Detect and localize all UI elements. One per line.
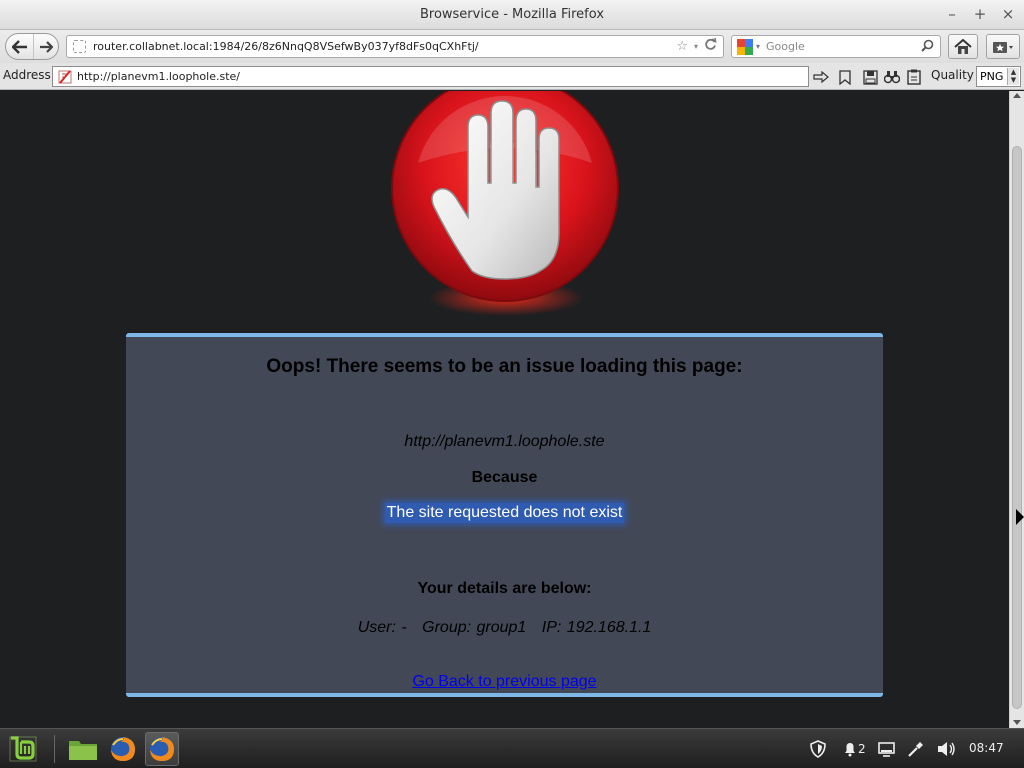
vertical-scrollbar[interactable] — [1009, 91, 1024, 728]
url-bar[interactable]: router.collabnet.local:1984/26/8z6NnqQ8V… — [66, 35, 724, 58]
google-engine-icon[interactable] — [737, 38, 753, 55]
taskbar-separator — [54, 735, 55, 763]
window-title: Browservice - Mozilla Firefox — [419, 7, 605, 22]
search-icon[interactable] — [921, 39, 934, 55]
page-favicon-icon — [73, 40, 86, 53]
engine-dropdown-icon[interactable]: ▾ — [756, 42, 760, 51]
go-arrow-icon[interactable] — [812, 68, 830, 86]
error-panel: Oops! There seems to be an issue loading… — [126, 333, 883, 697]
stop-hand-icon — [391, 91, 619, 316]
firefox-window-icon — [150, 737, 174, 761]
files-launcher[interactable] — [66, 732, 100, 766]
volume-icon[interactable] — [937, 739, 957, 759]
bookmark-icon[interactable] — [836, 68, 854, 86]
user-details: User: - Group: group1 IP: 192.168.1.1 — [126, 619, 883, 637]
forward-arrow-icon — [40, 40, 53, 53]
maximize-button[interactable]: + — [972, 4, 988, 24]
linux-mint-logo-icon — [9, 736, 37, 762]
network-icon[interactable] — [907, 739, 925, 759]
forward-button[interactable] — [34, 34, 58, 59]
display-icon[interactable] — [878, 739, 895, 759]
requested-url: http://planevm1.loophole.ste — [404, 433, 605, 450]
details-heading: Your details are below: — [417, 580, 592, 597]
back-button[interactable] — [6, 34, 34, 59]
taskbar: 2 08:47 — [0, 728, 1024, 768]
mouse-pointer-icon — [1016, 509, 1024, 525]
back-arrow-icon — [11, 39, 27, 54]
address-input[interactable]: http://planevm1.loophole.ste/ — [52, 66, 809, 87]
search-bar[interactable]: ▾ Google — [731, 35, 941, 58]
go-back-wrap: Go Back to previous page — [126, 673, 883, 691]
firefox-window-button[interactable] — [145, 732, 179, 766]
shield-icon[interactable] — [809, 739, 827, 759]
addon-puzzle-icon — [993, 41, 1013, 53]
error-heading: Oops! There seems to be an issue loading… — [266, 356, 743, 377]
quality-spinner-icon[interactable]: ▲ ▼ — [1007, 68, 1019, 85]
find-binoculars-icon[interactable] — [883, 68, 901, 86]
notification-bell-icon — [845, 743, 855, 757]
go-back-link[interactable]: Go Back to previous page — [412, 673, 596, 690]
address-label: Address — [3, 68, 51, 82]
address-value[interactable]: http://planevm1.loophole.ste/ — [77, 70, 240, 83]
notification-count: 2 — [858, 742, 866, 756]
home-icon — [954, 38, 972, 54]
addons-button[interactable] — [986, 34, 1020, 59]
minimize-button[interactable]: – — [944, 4, 960, 24]
insecure-page-icon — [58, 69, 72, 84]
firefox-launcher[interactable] — [106, 732, 140, 766]
ip-value: IP: 192.168.1.1 — [541, 619, 652, 636]
scroll-up-icon[interactable] — [1013, 93, 1021, 98]
navigation-toolbar: router.collabnet.local:1984/26/8z6NnqQ8V… — [0, 30, 1024, 63]
history-dropdown-icon[interactable]: ▾ — [694, 42, 698, 51]
quality-label: Quality — [931, 68, 974, 82]
search-input[interactable]: Google — [766, 40, 921, 53]
url-text[interactable]: router.collabnet.local:1984/26/8z6NnqQ8V… — [93, 40, 676, 53]
scrollbar-thumb[interactable] — [1012, 146, 1022, 709]
group-value: Group: group1 — [422, 619, 527, 636]
reload-icon[interactable] — [704, 37, 717, 55]
user-value: User: - — [357, 619, 407, 636]
page-content: Oops! There seems to be an issue loading… — [0, 91, 1009, 728]
reason-wrap: The site requested does not exist — [126, 503, 883, 523]
save-page-icon[interactable] — [861, 68, 879, 86]
window-titlebar: Browservice - Mozilla Firefox – + × — [0, 0, 1024, 30]
quality-value: PNG — [980, 70, 1004, 83]
because-label: Because — [471, 469, 538, 486]
window-controls: – + × — [944, 4, 1016, 24]
firefox-icon — [111, 737, 135, 761]
folder-icon — [69, 741, 97, 760]
menu-button[interactable] — [6, 732, 40, 766]
address-toolbar: Address http://planevm1.loophole.ste/ Qu… — [0, 63, 1024, 90]
scroll-down-icon[interactable] — [1013, 720, 1021, 725]
close-button[interactable]: × — [1000, 4, 1016, 24]
back-forward-group — [5, 33, 59, 60]
quality-select[interactable]: PNG ▲ ▼ — [976, 66, 1021, 87]
clock[interactable]: 08:47 — [969, 741, 1004, 755]
home-button[interactable] — [948, 34, 978, 59]
clipboard-icon[interactable] — [905, 68, 923, 86]
bookmark-star-icon[interactable]: ☆ — [676, 39, 688, 54]
notifications-tray[interactable]: 2 — [842, 739, 866, 759]
error-reason: The site requested does not exist — [384, 503, 625, 523]
